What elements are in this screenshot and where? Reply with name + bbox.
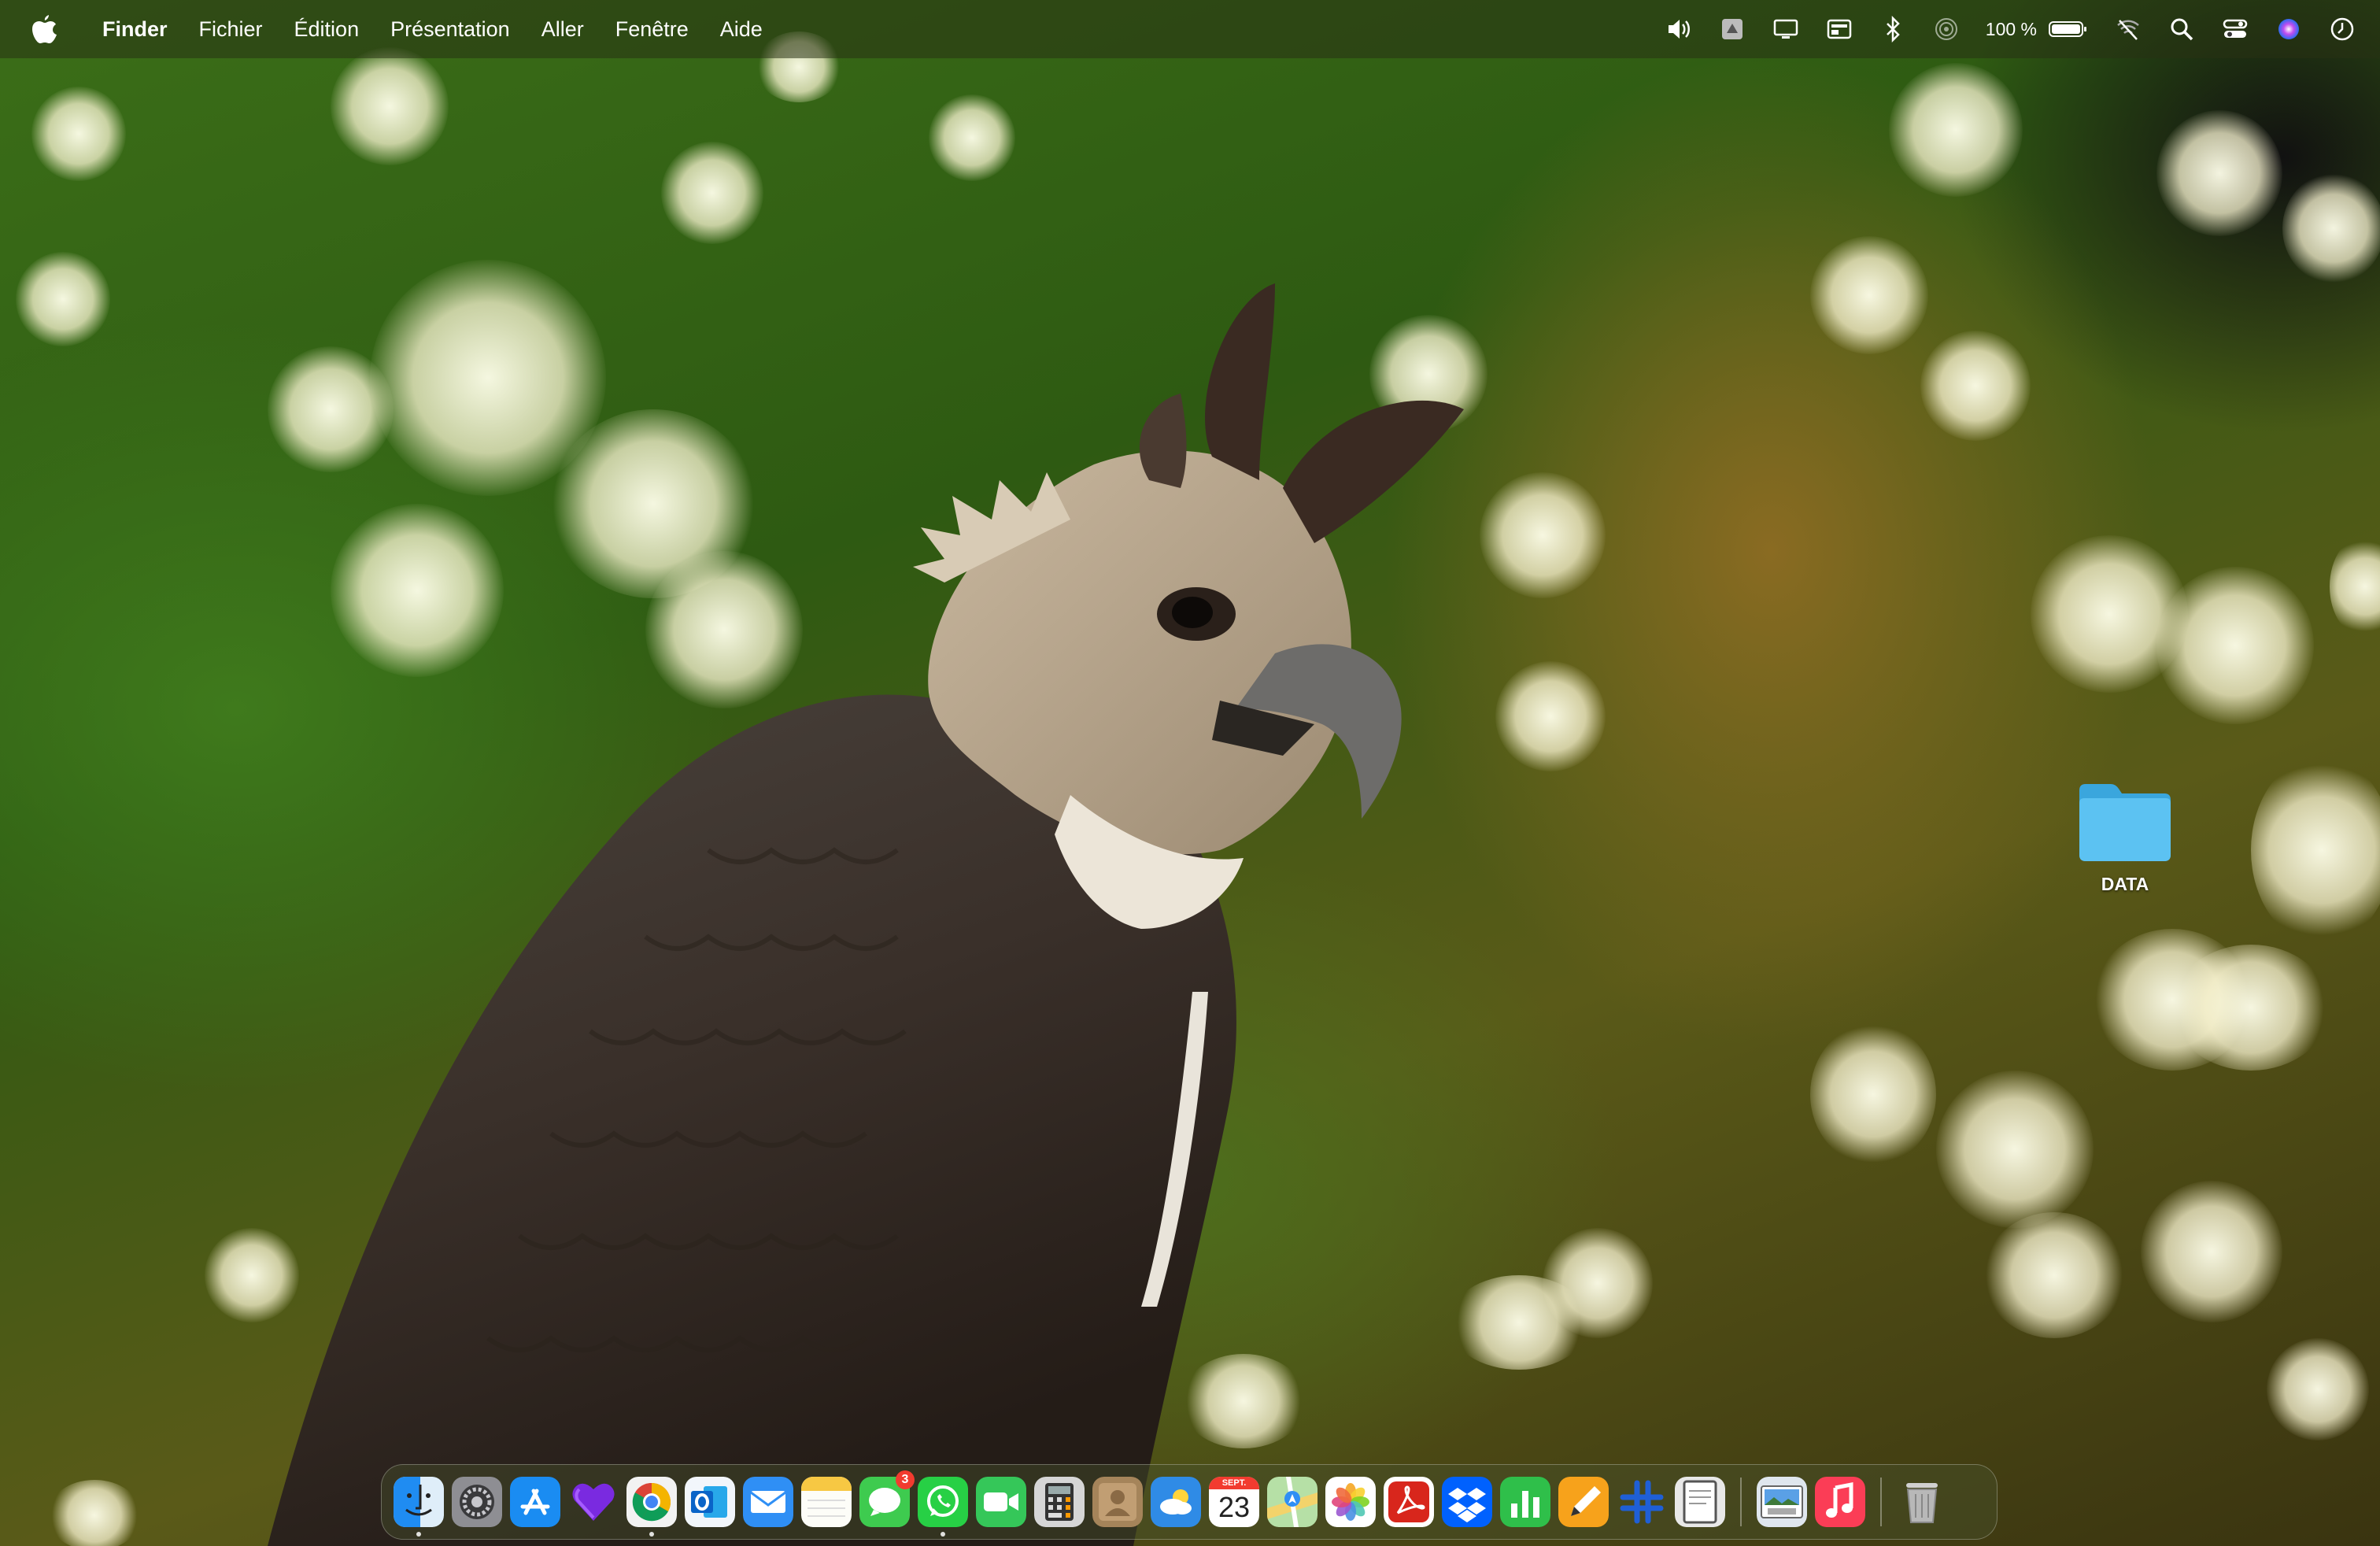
messages-badge: 3	[896, 1470, 915, 1489]
desktop-folder-data[interactable]: DATA	[2062, 779, 2188, 895]
menu-aide[interactable]: Aide	[704, 0, 778, 58]
contacts-icon	[1092, 1477, 1143, 1527]
trash-icon	[1897, 1477, 1947, 1527]
running-indicator	[941, 1532, 945, 1537]
calendar-icon: SEPT. 23	[1209, 1477, 1259, 1527]
dock-trash[interactable]	[1897, 1477, 1947, 1527]
calendar-day: 23	[1218, 1491, 1251, 1523]
weather-icon	[1151, 1477, 1201, 1527]
desktop-folder-label: DATA	[2101, 874, 2149, 894]
desktop-wallpaper	[0, 0, 2380, 1546]
dock-separator	[1880, 1478, 1882, 1526]
slack-icon	[1617, 1477, 1667, 1527]
chrome-icon	[626, 1477, 677, 1527]
folder-icon	[2079, 784, 2171, 861]
bluetooth-icon[interactable]	[1879, 15, 1907, 43]
dock-contacts[interactable]	[1092, 1477, 1143, 1527]
facetime-icon	[976, 1477, 1026, 1527]
apple-logo-icon[interactable]	[30, 13, 58, 45]
battery-icon[interactable]	[2048, 15, 2089, 43]
dock-maps[interactable]	[1267, 1477, 1318, 1527]
menu-fichier[interactable]: Fichier	[183, 0, 279, 58]
volume-icon[interactable]	[1665, 15, 1693, 43]
purple-heart-app-icon	[568, 1477, 619, 1527]
mail-icon	[743, 1477, 793, 1527]
textedit-icon	[1675, 1477, 1725, 1527]
airdrop-icon[interactable]	[1932, 15, 1961, 43]
dock-numbers[interactable]	[1500, 1477, 1550, 1527]
calendar-month: SEPT.	[1221, 1478, 1247, 1488]
photos-icon	[1325, 1477, 1376, 1527]
dock-photos[interactable]	[1325, 1477, 1376, 1527]
display-icon[interactable]	[1772, 15, 1800, 43]
running-indicator	[416, 1532, 421, 1537]
calculator-icon	[1034, 1477, 1085, 1527]
battery-percent: 100 %	[1985, 18, 2037, 39]
dock-calculator[interactable]	[1034, 1477, 1085, 1527]
dock-weather[interactable]	[1151, 1477, 1201, 1527]
dock-music[interactable]	[1815, 1477, 1865, 1527]
control-center-icon[interactable]	[2221, 15, 2249, 43]
wifi-off-icon[interactable]	[2114, 15, 2142, 43]
menu-bar: Finder Fichier Édition Présentation Alle…	[0, 0, 2380, 58]
maps-icon	[1267, 1477, 1318, 1527]
menu-aller[interactable]: Aller	[526, 0, 600, 58]
keyboard-layout-icon[interactable]	[1825, 15, 1853, 43]
dock-textedit[interactable]	[1675, 1477, 1725, 1527]
whatsapp-icon	[918, 1477, 968, 1527]
system-settings-icon	[452, 1477, 502, 1527]
dock-chrome[interactable]	[626, 1477, 677, 1537]
dock-facetime[interactable]	[976, 1477, 1026, 1527]
dock-acrobat[interactable]	[1384, 1477, 1434, 1527]
pages-icon	[1558, 1477, 1609, 1527]
dock-slack[interactable]	[1617, 1477, 1667, 1527]
dock-finder[interactable]	[394, 1477, 444, 1537]
dock-whatsapp[interactable]	[918, 1477, 968, 1537]
preview-icon	[1757, 1477, 1807, 1527]
dock-pages[interactable]	[1558, 1477, 1609, 1527]
menu-presentation[interactable]: Présentation	[375, 0, 526, 58]
battery-status[interactable]: 100 %	[1986, 15, 2037, 43]
dock-calendar[interactable]: SEPT. 23	[1209, 1477, 1259, 1527]
dock-app-store[interactable]	[510, 1477, 560, 1527]
dropbox-icon	[1442, 1477, 1492, 1527]
dock-purple-heart-app[interactable]	[568, 1477, 619, 1527]
siri-icon[interactable]	[2275, 15, 2303, 43]
dock-notes[interactable]	[801, 1477, 852, 1527]
harpy-eagle-image	[268, 283, 1464, 1546]
clock-icon[interactable]	[2328, 15, 2356, 43]
running-indicator	[649, 1532, 654, 1537]
dock-preview[interactable]	[1757, 1477, 1807, 1527]
dock-messages[interactable]: 3	[859, 1470, 915, 1527]
notes-icon	[801, 1477, 852, 1527]
finder-icon	[394, 1477, 444, 1527]
dock-dropbox[interactable]	[1442, 1477, 1492, 1527]
dock-system-settings[interactable]	[452, 1477, 502, 1527]
spotlight-search-icon[interactable]	[2168, 15, 2196, 43]
menu-fenetre[interactable]: Fenêtre	[600, 0, 704, 58]
dock: 3 SEPT. 23	[381, 1464, 1998, 1540]
menu-app-finder[interactable]: Finder	[87, 0, 183, 58]
backup-icon[interactable]	[1718, 15, 1746, 43]
outlook-icon	[685, 1477, 735, 1527]
dock-separator	[1740, 1478, 1742, 1526]
music-icon	[1815, 1477, 1865, 1527]
numbers-icon	[1500, 1477, 1550, 1527]
app-store-icon	[510, 1477, 560, 1527]
dock-mail[interactable]	[743, 1477, 793, 1527]
acrobat-icon	[1384, 1477, 1434, 1527]
menu-edition[interactable]: Édition	[279, 0, 375, 58]
dock-outlook[interactable]	[685, 1477, 735, 1527]
